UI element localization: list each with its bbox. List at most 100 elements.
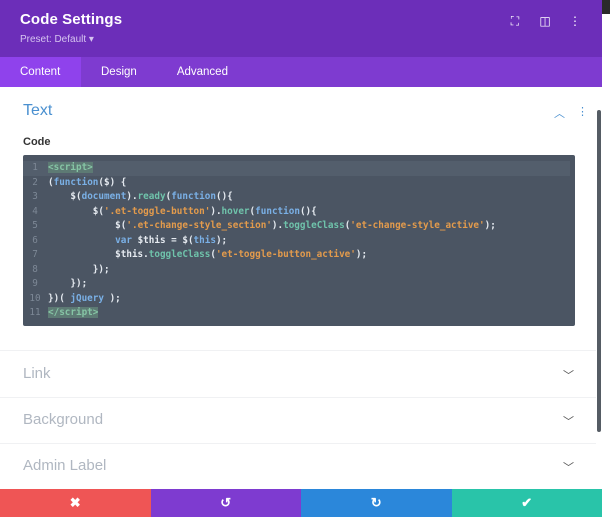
- divider: [0, 443, 596, 444]
- section-link[interactable]: Link: [23, 365, 51, 382]
- line-number: 5: [32, 220, 38, 231]
- page-edge-dark: [602, 0, 610, 14]
- fullscreen-icon[interactable]: ⛶: [508, 14, 522, 29]
- page-edge: [602, 0, 610, 517]
- sidebar-layout-icon[interactable]: ◫: [538, 14, 552, 29]
- line-text: });: [47, 277, 87, 292]
- section-background[interactable]: Background: [23, 411, 103, 428]
- code-editor[interactable]: 1 <script> 2 (function($) {3 $(document).re…: [23, 155, 575, 326]
- code-token-pl: $(: [48, 191, 82, 202]
- code-token-pl: ).: [271, 220, 284, 231]
- code-token-pl: ($) {: [98, 176, 127, 188]
- divider: [0, 397, 596, 398]
- check-icon: ✔: [521, 495, 533, 510]
- tab-design[interactable]: Design: [81, 57, 157, 87]
- code-line: 2 (function($) {: [23, 176, 575, 191]
- code-token-pl: (){: [215, 191, 233, 202]
- code-token-pl: $this.: [48, 249, 149, 260]
- chevron-down-icon[interactable]: ﹀: [563, 459, 574, 475]
- code-line: 10 })( jQuery );: [23, 292, 575, 307]
- code-label: Code: [23, 136, 51, 148]
- chevron-up-icon[interactable]: ︿: [554, 105, 565, 121]
- code-token-str: 'et-change-style_active': [350, 220, 485, 231]
- code-token-kw: this: [193, 234, 216, 246]
- more-vertical-icon[interactable]: ⋮: [577, 105, 588, 121]
- line-number: 2: [32, 176, 38, 188]
- line-number: 3: [32, 191, 38, 202]
- code-token-pl: );: [215, 234, 228, 246]
- code-token-pl: );: [355, 249, 368, 260]
- discard-button[interactable]: ✖: [0, 489, 151, 517]
- line-number: 11: [29, 307, 41, 318]
- code-token-fn: ready: [137, 191, 166, 202]
- line-text: var $this = $(this);: [47, 234, 227, 249]
- code-token-kw: var: [115, 234, 132, 246]
- section-admin-label[interactable]: Admin Label: [23, 457, 106, 474]
- code-token-pl: $(: [48, 220, 127, 231]
- code-token-kw: function: [171, 191, 216, 202]
- line-text: </script>: [47, 306, 99, 321]
- modal-header: Code Settings Preset: Default ▾ ⛶ ◫ ⋮: [0, 0, 602, 57]
- tab-advanced[interactable]: Advanced: [157, 57, 248, 87]
- code-token-fn: toggleClass: [283, 220, 345, 231]
- code-token-fn: hover: [221, 205, 250, 217]
- line-text: (function($) {: [47, 176, 126, 191]
- line-number: 6: [32, 234, 38, 246]
- code-token-pl: );: [484, 220, 496, 231]
- code-token-fn: toggleClass: [148, 249, 211, 260]
- line-text: $('.et-change-style_section').toggleClas…: [47, 219, 496, 234]
- code-token-pl: $this = $(: [131, 234, 194, 246]
- code-token-kw: jQuery: [70, 292, 104, 304]
- tab-content[interactable]: Content: [0, 57, 81, 87]
- code-token-pl: $(: [48, 205, 104, 217]
- redo-button[interactable]: ↻: [301, 489, 452, 517]
- line-text: });: [47, 263, 110, 278]
- code-token-kw: function: [255, 205, 300, 217]
- redo-icon: ↻: [370, 495, 382, 510]
- undo-button[interactable]: ↺: [150, 489, 301, 517]
- modal-title: Code Settings: [20, 11, 123, 28]
- code-token-pl: (){: [299, 205, 317, 217]
- chevron-down-icon[interactable]: ﹀: [563, 367, 574, 383]
- line-text: $this.toggleClass('et-toggle-button_acti…: [47, 248, 367, 263]
- line-text: <script>: [47, 161, 93, 176]
- chevron-down-icon[interactable]: ﹀: [563, 413, 574, 429]
- code-line: 9 });: [23, 277, 575, 292]
- line-text: $(document).ready(function(){: [47, 190, 233, 205]
- preset-dropdown[interactable]: Preset: Default ▾: [20, 34, 94, 45]
- line-number: 8: [32, 263, 38, 275]
- line-number: 9: [32, 278, 38, 289]
- line-text: })( jQuery );: [47, 292, 121, 307]
- line-number: 4: [32, 205, 38, 217]
- code-token-tag: <script>: [48, 162, 93, 173]
- divider: [0, 350, 596, 351]
- line-text: $('.et-toggle-button').hover(function(){: [47, 205, 317, 220]
- code-token-pl: ).: [210, 205, 222, 217]
- line-number: 7: [32, 249, 38, 260]
- code-token-pl: ).: [126, 191, 138, 202]
- code-token-pl: });: [48, 263, 110, 275]
- code-line: 7 $this.toggleClass('et-toggle-button_ac…: [23, 248, 575, 263]
- undo-icon: ↺: [220, 495, 232, 510]
- code-line: 3 $(document).ready(function(){: [23, 190, 575, 205]
- code-token-pl: });: [48, 278, 88, 289]
- line-number: 1: [32, 162, 38, 173]
- scrollbar[interactable]: [597, 110, 601, 432]
- code-token-pl: );: [103, 292, 121, 304]
- code-line: 8 });: [23, 263, 575, 278]
- code-line: 4 $('.et-toggle-button').hover(function(…: [23, 205, 575, 220]
- more-vertical-icon[interactable]: ⋮: [568, 14, 582, 29]
- line-number: 10: [29, 292, 41, 304]
- code-line: 1 <script>: [23, 161, 570, 176]
- code-line: 5 $('.et-change-style_section').toggleCl…: [23, 219, 575, 234]
- close-icon: ✖: [69, 495, 81, 510]
- code-token-pl: })(: [48, 292, 71, 304]
- code-token-str: '.et-toggle-button': [103, 205, 211, 217]
- code-token-kw: document: [81, 191, 127, 202]
- code-token-str: 'et-toggle-button_active': [215, 249, 356, 260]
- code-line: 11 </script>: [23, 306, 575, 321]
- save-button[interactable]: ✔: [451, 489, 602, 517]
- section-text-title[interactable]: Text: [23, 102, 52, 120]
- code-token-tag: </script>: [48, 307, 99, 318]
